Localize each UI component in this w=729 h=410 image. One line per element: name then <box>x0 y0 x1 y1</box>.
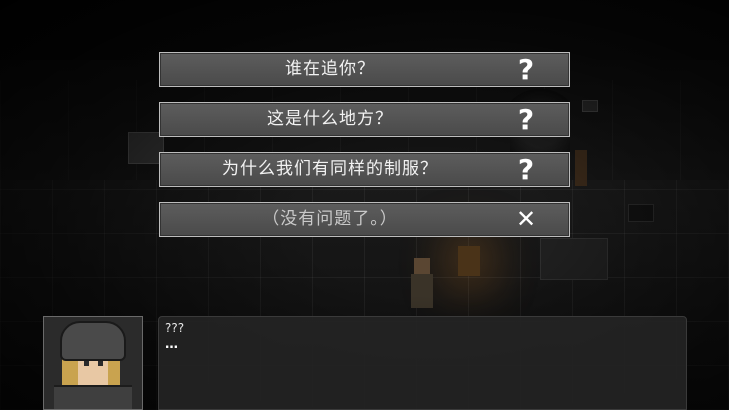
portrait-eye <box>84 361 89 366</box>
choice-same-uniform[interactable]: 为什么我们有同样的制服？ ? <box>159 152 570 187</box>
dialog-box[interactable]: ??? … <box>158 316 687 410</box>
speaker-portrait <box>43 316 143 410</box>
close-icon: ✕ <box>515 205 537 233</box>
choice-label: 这是什么地方？ <box>267 109 393 129</box>
choice-label: （没有问题了。） <box>262 209 398 229</box>
game-scene: 谁在追你？ ? 这是什么地方？ ? 为什么我们有同样的制服？ ? （没有问题了。… <box>0 0 729 410</box>
choice-label: 谁在追你？ <box>285 59 375 79</box>
portrait-helmet <box>60 321 126 361</box>
question-mark-icon: ? <box>517 153 535 186</box>
speaker-name: ??? <box>165 321 185 335</box>
choice-label: 为什么我们有同样的制服？ <box>222 159 438 179</box>
portrait-eye <box>98 361 103 366</box>
choice-who-is-chasing[interactable]: 谁在追你？ ? <box>159 52 570 87</box>
question-mark-icon: ? <box>517 103 535 136</box>
question-mark-icon: ? <box>517 53 535 86</box>
choice-no-more-questions[interactable]: （没有问题了。） ✕ <box>159 202 570 237</box>
portrait-vest <box>54 385 132 409</box>
dialog-text: … <box>165 337 178 352</box>
choice-what-place[interactable]: 这是什么地方？ ? <box>159 102 570 137</box>
